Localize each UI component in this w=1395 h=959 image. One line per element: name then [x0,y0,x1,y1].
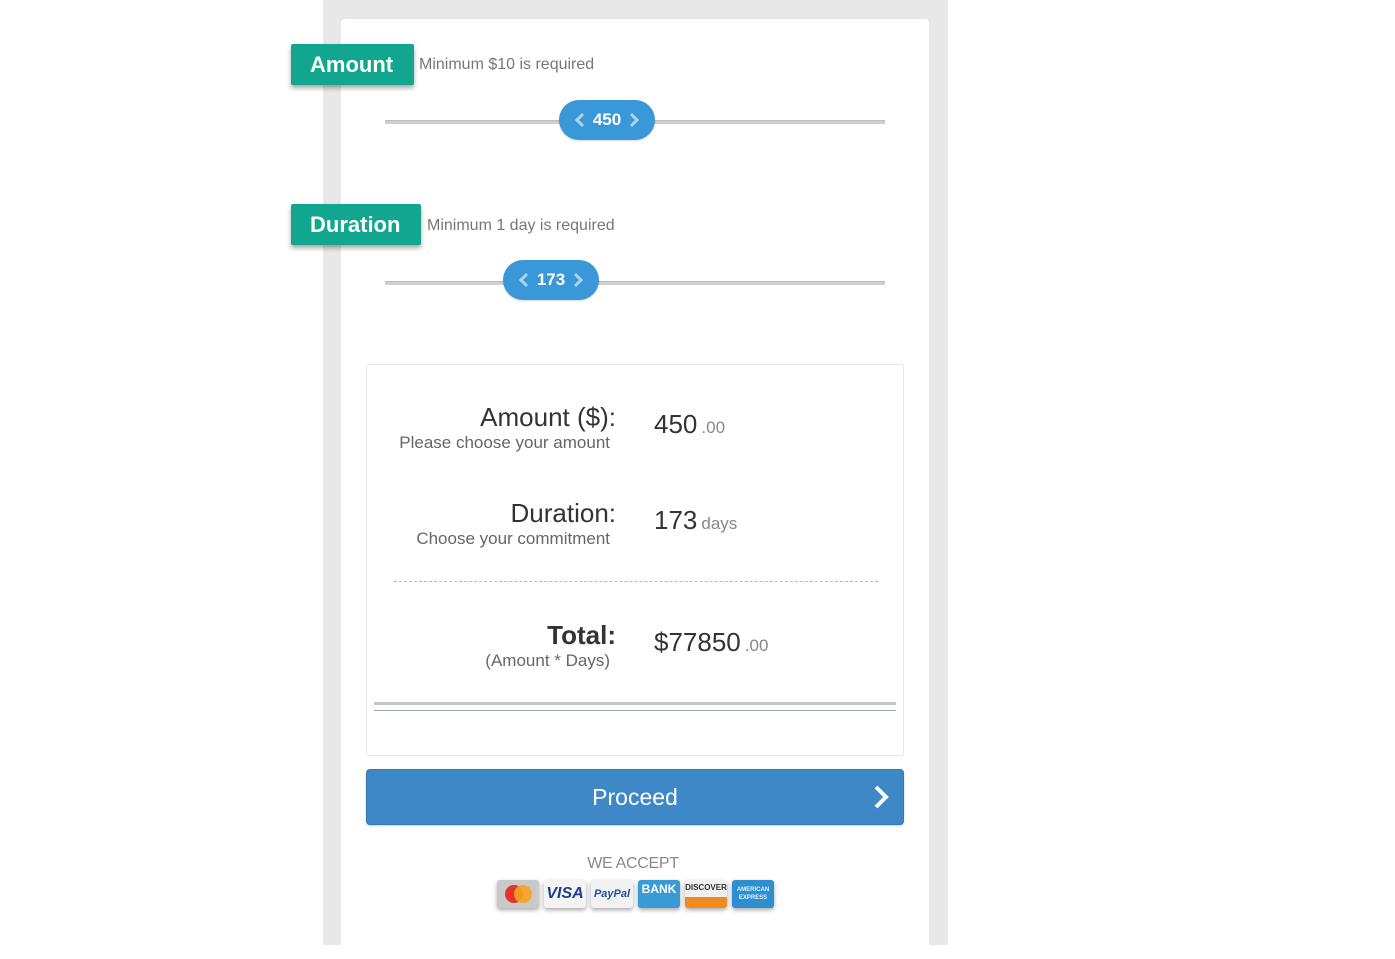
duration-slider-handle[interactable]: 173 [503,260,599,300]
payment-methods: VISA PayPal BANK DISCOVER AMERICAN EXPRE… [497,880,774,908]
paypal-icon: PayPal [591,880,633,908]
duration-summary-label: Duration: [510,498,617,528]
amount-slider-value: 450 [592,110,622,129]
amount-summary-unit: .00 [701,418,726,437]
bank-icon: BANK [638,880,680,908]
duration-summary-unit: days [701,514,738,533]
summary-double-rule [374,702,896,711]
amount-summary-label: Amount ($): [480,402,616,432]
duration-summary-number: 173 [654,505,698,535]
summary-box: Amount ($): Please choose your amount 45… [366,364,904,756]
total-summary-label: Total: [547,620,616,650]
amount-summary-number: 450 [654,409,698,439]
chevron-right-icon [630,113,640,127]
total-summary-unit: .00 [744,636,769,655]
discover-text: DISCOVER [685,883,727,892]
duration-ribbon-label: Duration [291,204,421,245]
amex-text: AMERICAN EXPRESS [736,887,770,901]
duration-summary-sublabel: Choose your commitment [416,529,610,548]
duration-slider-value: 173 [536,270,566,289]
bank-text: BANK [641,882,677,896]
amount-ribbon-label: Amount [291,44,414,85]
visa-icon: VISA [544,880,586,908]
summary-divider [394,581,878,582]
discover-stripe [685,897,727,908]
amount-hint: Minimum $10 is required [419,56,595,73]
duration-hint: Minimum 1 day is required [427,217,615,234]
american-express-icon: AMERICAN EXPRESS [732,880,774,908]
amount-summary-value: 450.00 [654,409,725,440]
we-accept-label: WE ACCEPT [587,855,679,872]
duration-summary-value: 173 days [654,505,737,536]
proceed-button[interactable]: Proceed [366,769,904,825]
total-summary-value: $77850.00 [654,627,768,658]
amount-summary-sublabel: Please choose your amount [399,433,610,452]
visa-text: VISA [546,885,584,902]
proceed-button-label: Proceed [592,783,678,810]
chevron-left-icon [518,273,528,287]
discover-icon: DISCOVER [685,880,727,908]
mastercard-icon [497,880,539,908]
duration-slider-track[interactable] [385,281,885,285]
chevron-right-icon [574,273,584,287]
amount-slider-handle[interactable]: 450 [559,100,655,140]
total-summary-sublabel: (Amount * Days) [485,651,610,670]
total-summary-number: $77850 [654,627,741,657]
chevron-right-icon [874,785,889,809]
chevron-left-icon [574,113,584,127]
paypal-text: PayPal [593,888,631,900]
